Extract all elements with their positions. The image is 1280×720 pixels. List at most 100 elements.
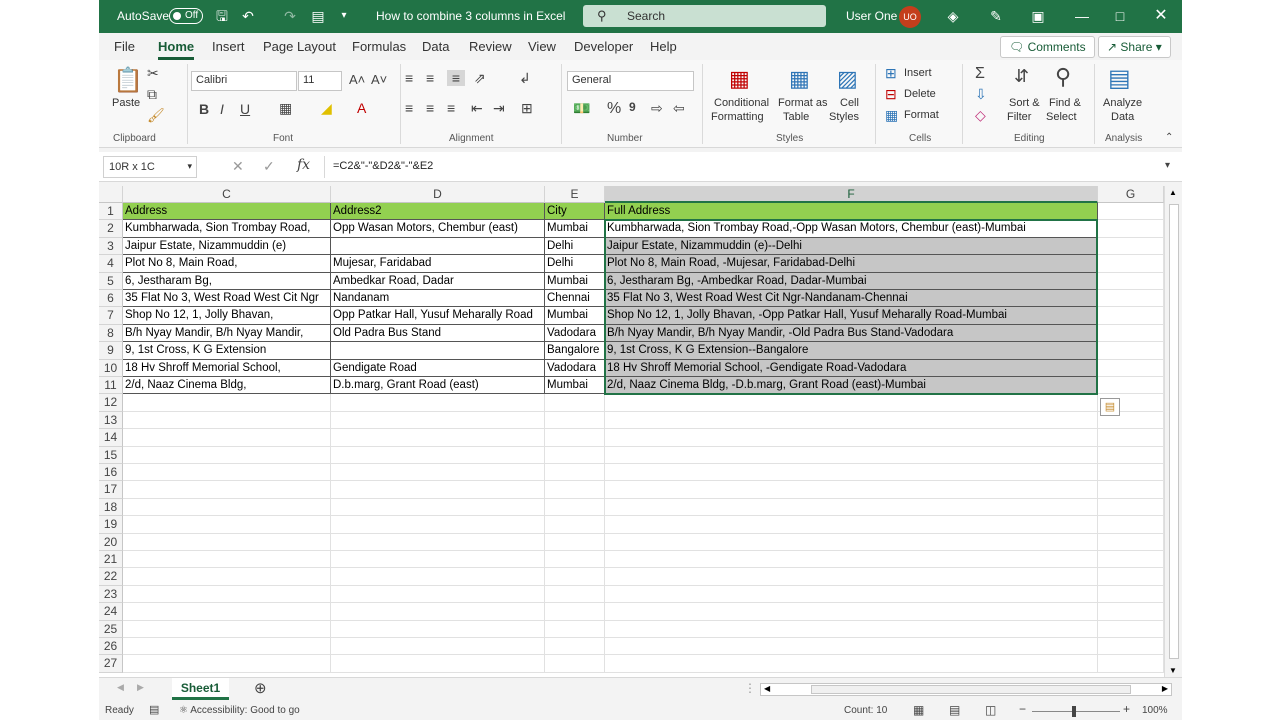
- diamond-icon[interactable]: ◈: [944, 7, 962, 25]
- empty-cell[interactable]: [331, 568, 545, 586]
- column-header-d[interactable]: D: [331, 186, 545, 203]
- column-header-c[interactable]: C: [123, 186, 331, 203]
- empty-cell[interactable]: [331, 638, 545, 656]
- empty-cell[interactable]: [605, 585, 1098, 604]
- row-header[interactable]: 18: [99, 498, 123, 517]
- horizontal-scroll-thumb[interactable]: [811, 685, 1131, 694]
- table-cell[interactable]: Jaipur Estate, Nizammuddin (e)--Delhi: [605, 237, 1098, 256]
- table-cell[interactable]: Mujesar, Faridabad: [331, 255, 545, 273]
- zoom-slider-thumb[interactable]: [1072, 706, 1076, 717]
- empty-cell[interactable]: [605, 655, 1098, 673]
- row-header[interactable]: 27: [99, 655, 123, 673]
- scroll-left-icon[interactable]: ◀: [764, 684, 770, 693]
- table-cell[interactable]: Shop No 12, 1, Jolly Bhavan,: [123, 307, 331, 325]
- row-header[interactable]: 15: [99, 446, 123, 464]
- empty-cell[interactable]: [331, 446, 545, 464]
- empty-cell[interactable]: [545, 411, 605, 430]
- empty-cell[interactable]: [331, 533, 545, 551]
- table-cell[interactable]: 35 Flat No 3, West Road West Cit Ngr-Nan…: [605, 290, 1098, 308]
- empty-cell[interactable]: [123, 568, 331, 586]
- wrap-text-icon[interactable]: ↲: [519, 70, 531, 87]
- row-header[interactable]: 25: [99, 620, 123, 638]
- table-cell[interactable]: Shop No 12, 1, Jolly Bhavan, -Opp Patkar…: [605, 307, 1098, 325]
- orientation-icon[interactable]: ⇗: [474, 70, 486, 87]
- table-cell[interactable]: Mumbai: [545, 220, 605, 238]
- table-cell[interactable]: Delhi: [545, 237, 605, 256]
- empty-cell[interactable]: [1098, 551, 1164, 569]
- empty-cell[interactable]: [605, 394, 1098, 412]
- scroll-thumb[interactable]: [1169, 204, 1179, 659]
- empty-cell[interactable]: [331, 464, 545, 482]
- delete-cells-icon[interactable]: ⊟: [885, 86, 897, 103]
- table-cell[interactable]: [331, 342, 545, 360]
- fill-color-icon[interactable]: ◢: [321, 100, 332, 117]
- empty-cell[interactable]: [605, 568, 1098, 586]
- increase-font-icon[interactable]: A˄: [349, 72, 365, 87]
- table-cell[interactable]: Old Padra Bus Stand: [331, 324, 545, 343]
- empty-cell[interactable]: [1098, 203, 1164, 221]
- cut-icon[interactable]: ✂: [147, 65, 159, 82]
- empty-cell[interactable]: [605, 533, 1098, 551]
- row-header[interactable]: 2: [99, 220, 123, 238]
- table-cell[interactable]: 9, 1st Cross, K G Extension: [123, 342, 331, 360]
- empty-cell[interactable]: [545, 655, 605, 673]
- format-as-table-icon[interactable]: ▦: [789, 66, 810, 92]
- empty-cell[interactable]: [123, 481, 331, 499]
- empty-cell[interactable]: [331, 411, 545, 430]
- header-cell[interactable]: Address: [123, 203, 331, 221]
- row-header[interactable]: 17: [99, 481, 123, 499]
- empty-cell[interactable]: [331, 551, 545, 569]
- empty-cell[interactable]: [1098, 255, 1164, 273]
- next-sheet-icon[interactable]: ▶: [137, 682, 144, 693]
- table-cell[interactable]: Jaipur Estate, Nizammuddin (e): [123, 237, 331, 256]
- autosum-icon[interactable]: Σ: [975, 65, 985, 83]
- empty-cell[interactable]: [123, 394, 331, 412]
- row-header[interactable]: 3: [99, 237, 123, 256]
- empty-cell[interactable]: [123, 533, 331, 551]
- row-header[interactable]: 20: [99, 533, 123, 551]
- table-cell[interactable]: Kumbharwada, Sion Trombay Road,-Opp Wasa…: [605, 220, 1098, 238]
- row-header[interactable]: 14: [99, 429, 123, 447]
- tab-data[interactable]: Data: [422, 39, 449, 54]
- empty-cell[interactable]: [1098, 638, 1164, 656]
- empty-cell[interactable]: [545, 394, 605, 412]
- scroll-right-icon[interactable]: ▶: [1162, 684, 1168, 693]
- empty-cell[interactable]: [123, 429, 331, 447]
- empty-cell[interactable]: [1098, 533, 1164, 551]
- empty-cell[interactable]: [605, 411, 1098, 430]
- expand-formula-icon[interactable]: ▾: [1165, 160, 1170, 171]
- cell-styles-label-2[interactable]: Styles: [829, 111, 859, 123]
- column-header-e[interactable]: E: [545, 186, 605, 203]
- empty-cell[interactable]: [123, 620, 331, 638]
- empty-cell[interactable]: [605, 498, 1098, 517]
- table-cell[interactable]: 9, 1st Cross, K G Extension--Bangalore: [605, 342, 1098, 360]
- table-cell[interactable]: B/h Nyay Mandir, B/h Nyay Mandir,: [123, 324, 331, 343]
- sort-filter-label-2[interactable]: Filter: [1007, 111, 1031, 123]
- clear-icon[interactable]: ◇: [975, 107, 986, 124]
- empty-cell[interactable]: [605, 446, 1098, 464]
- empty-cell[interactable]: [1098, 620, 1164, 638]
- empty-cell[interactable]: [331, 498, 545, 517]
- table-cell[interactable]: Plot No 8, Main Road, -Mujesar, Faridaba…: [605, 255, 1098, 273]
- empty-cell[interactable]: [605, 516, 1098, 534]
- header-cell[interactable]: Full Address: [605, 203, 1098, 221]
- table-cell[interactable]: Gendigate Road: [331, 359, 545, 377]
- worksheet-grid[interactable]: C D E F G 1 Address Address2 City Full Addre…: [99, 186, 1164, 677]
- table-cell[interactable]: 18 Hv Shroff Memorial School, -Gendigate…: [605, 359, 1098, 377]
- avatar[interactable]: UO: [899, 6, 921, 28]
- row-header[interactable]: 4: [99, 255, 123, 273]
- table-cell[interactable]: Opp Patkar Hall, Yusuf Meharally Road: [331, 307, 545, 325]
- row-header[interactable]: 8: [99, 324, 123, 343]
- name-box[interactable]: 10R x 1C ▾: [103, 156, 197, 178]
- empty-cell[interactable]: [545, 429, 605, 447]
- empty-cell[interactable]: [605, 481, 1098, 499]
- search-box[interactable]: ⚲ Search: [583, 5, 826, 27]
- insert-cells-icon[interactable]: ⊞: [885, 65, 897, 82]
- empty-cell[interactable]: [1098, 359, 1164, 377]
- table-cell[interactable]: Mumbai: [545, 272, 605, 290]
- empty-cell[interactable]: [545, 446, 605, 464]
- row-header[interactable]: 5: [99, 272, 123, 290]
- empty-cell[interactable]: [123, 551, 331, 569]
- empty-cell[interactable]: [331, 655, 545, 673]
- table-cell[interactable]: Nandanam: [331, 290, 545, 308]
